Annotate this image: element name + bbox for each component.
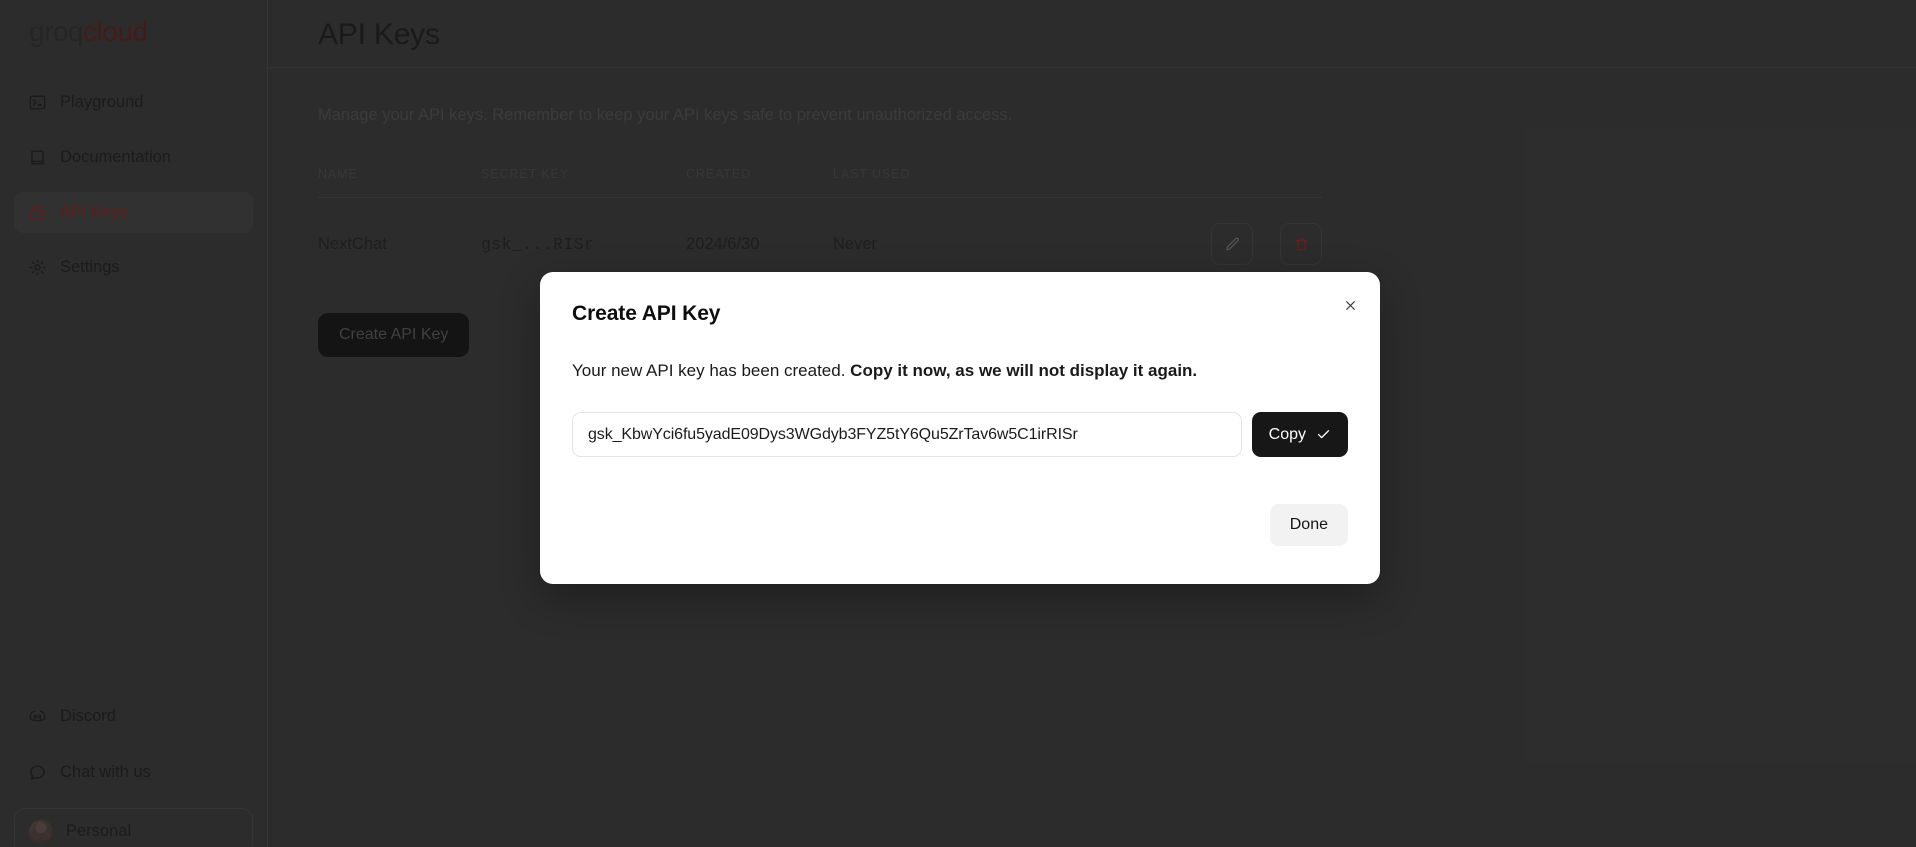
modal-footer: Done <box>540 488 1380 584</box>
modal-message-normal: Your new API key has been created. <box>572 361 851 380</box>
api-key-input[interactable] <box>572 412 1242 458</box>
check-icon <box>1316 427 1331 442</box>
close-icon <box>1344 299 1357 312</box>
modal-title: Create API Key <box>572 302 721 325</box>
done-button[interactable]: Done <box>1269 503 1348 546</box>
modal-message-emphasis: Copy it now, as we will not display it a… <box>850 361 1198 380</box>
close-modal-button[interactable] <box>1336 291 1364 319</box>
create-api-key-modal: Create API Key Your new API key has been… <box>540 272 1380 584</box>
copy-api-key-button[interactable]: Copy <box>1251 412 1348 458</box>
modal-overlay[interactable]: Create API Key Your new API key has been… <box>0 0 1916 847</box>
modal-message: Your new API key has been created. Copy … <box>540 360 1380 382</box>
app-root: groq cloud Playground Documentation API … <box>0 0 1916 847</box>
api-key-row: Copy <box>540 412 1380 458</box>
copy-button-label: Copy <box>1268 425 1306 443</box>
